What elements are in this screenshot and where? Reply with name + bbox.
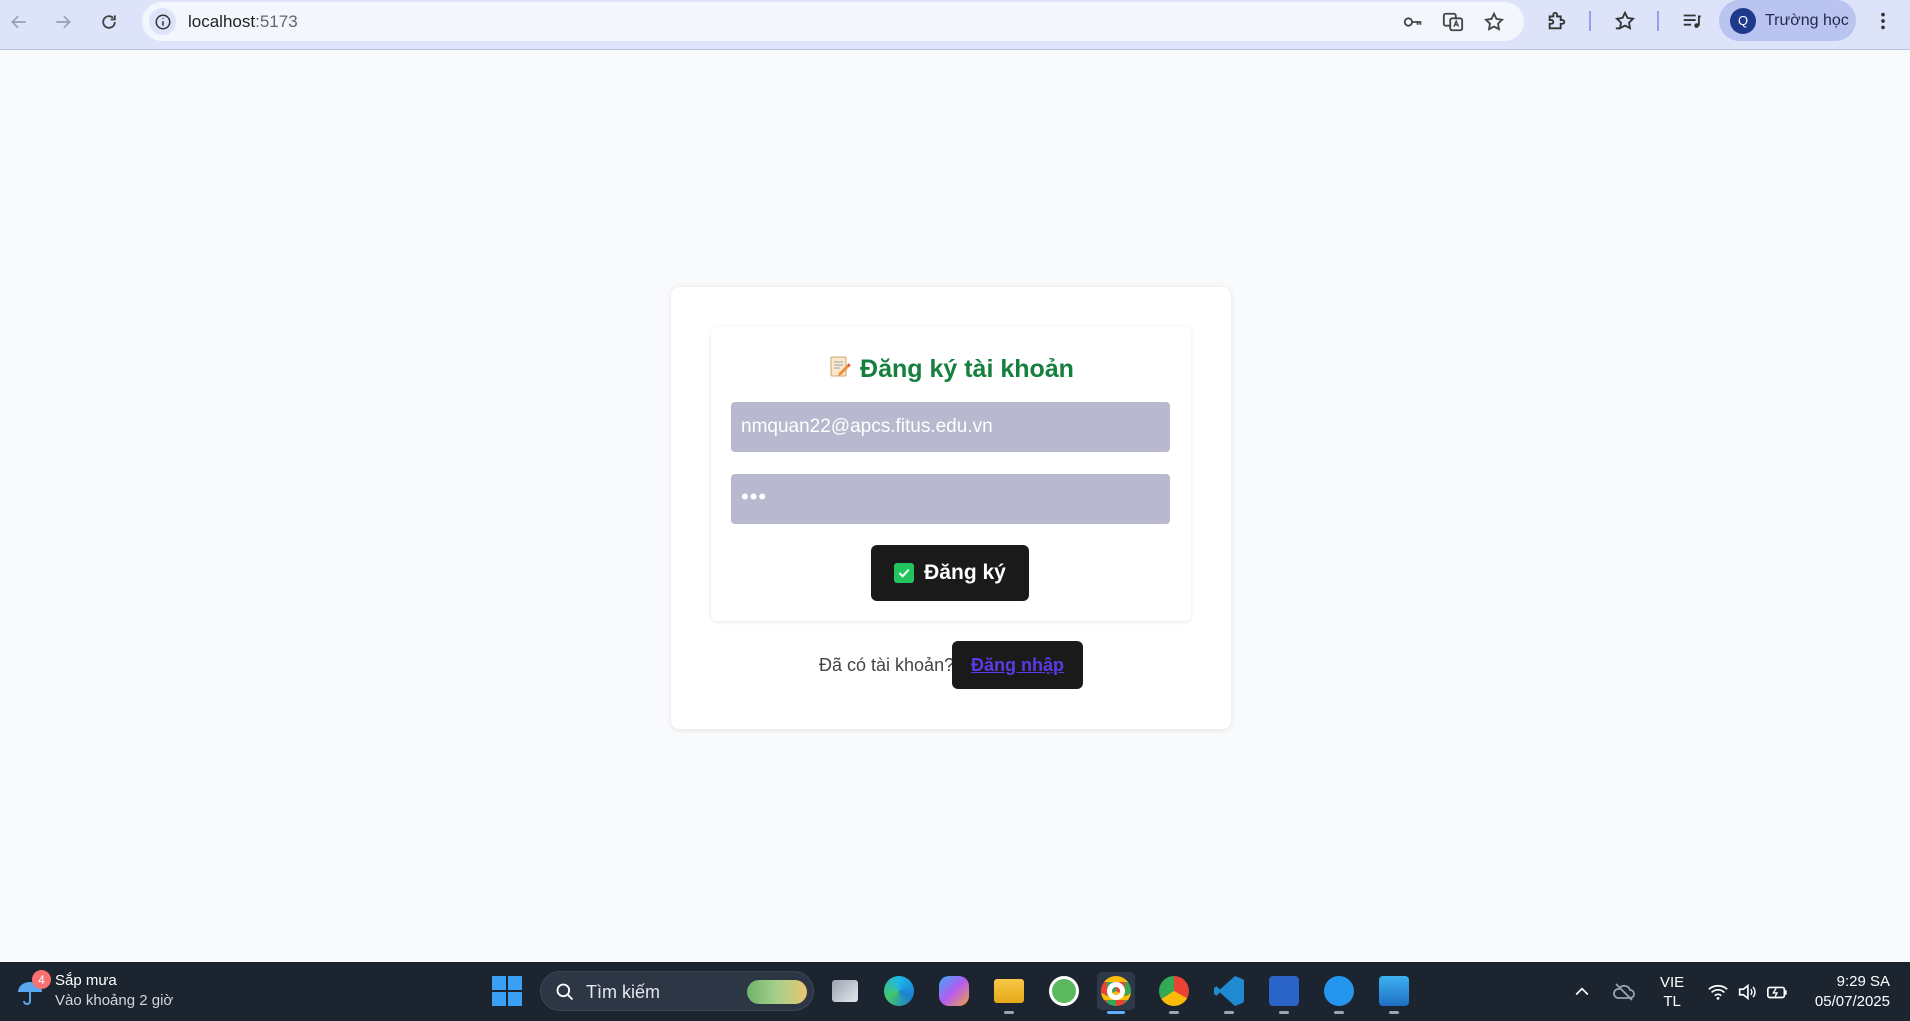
battery-icon[interactable] bbox=[1765, 962, 1789, 1021]
register-button-label: Đăng ký bbox=[924, 561, 1006, 584]
login-row: Đã có tài khoản? Đăng nhập bbox=[671, 641, 1231, 689]
site-info-icon[interactable] bbox=[149, 8, 176, 35]
weather-subtitle: Vào khoảng 2 giờ bbox=[55, 992, 174, 1009]
toolbar-divider bbox=[1657, 11, 1659, 31]
search-placeholder: Tìm kiếm bbox=[586, 982, 660, 1002]
media-queue-icon[interactable] bbox=[1679, 8, 1705, 34]
docker-icon[interactable] bbox=[1320, 972, 1358, 1014]
show-hidden-icons-icon[interactable] bbox=[1572, 962, 1592, 1021]
register-form: Đăng ký tài khoản ••• Đăng ký bbox=[711, 327, 1191, 621]
forward-button[interactable] bbox=[48, 7, 78, 37]
form-title: Đăng ký tài khoản bbox=[711, 355, 1191, 386]
vscode-icon[interactable] bbox=[1210, 972, 1248, 1014]
arrow-right-icon bbox=[56, 15, 71, 29]
back-button[interactable] bbox=[4, 7, 34, 37]
windows-taskbar: 4 Sắp mưa Vào khoảng 2 giờ Tìm kiếm VIE … bbox=[0, 962, 1910, 1021]
clock-time: 9:29 SA bbox=[1836, 973, 1890, 990]
system-clock[interactable]: 9:29 SA 05/07/2025 bbox=[1800, 972, 1890, 1012]
weather-title: Sắp mưa bbox=[55, 972, 117, 989]
profile-name: Trường học bbox=[1765, 11, 1849, 29]
language-indicator[interactable]: VIE TL bbox=[1660, 962, 1684, 1021]
task-view-icon[interactable] bbox=[826, 972, 864, 1010]
arrow-left-icon bbox=[11, 15, 26, 29]
reload-icon bbox=[102, 15, 116, 29]
onedrive-offline-icon[interactable] bbox=[1612, 962, 1636, 1021]
wifi-icon[interactable] bbox=[1707, 962, 1729, 1021]
auth-card: Đăng ký tài khoản ••• Đăng ký Đã có tài … bbox=[671, 287, 1231, 729]
edge-icon[interactable] bbox=[880, 972, 918, 1010]
bookmark-star-icon[interactable] bbox=[1482, 10, 1506, 34]
check-box-icon bbox=[894, 563, 915, 583]
avatar: Q bbox=[1730, 7, 1756, 34]
login-prompt: Đã có tài khoản? bbox=[819, 655, 955, 675]
password-key-icon[interactable] bbox=[1401, 10, 1425, 34]
file-explorer-icon[interactable] bbox=[990, 972, 1028, 1014]
toolbar-divider bbox=[1589, 11, 1591, 31]
taskbar-search[interactable]: Tìm kiếm bbox=[540, 971, 814, 1011]
favorites-icon[interactable] bbox=[1612, 8, 1638, 34]
weather-badge: 4 bbox=[32, 970, 51, 989]
more-menu-icon[interactable] bbox=[1870, 8, 1896, 34]
start-button[interactable] bbox=[492, 976, 522, 1006]
address-bar[interactable]: localhost:5173 bbox=[142, 2, 1524, 41]
url-text: localhost:5173 bbox=[188, 12, 298, 31]
reload-button[interactable] bbox=[94, 7, 124, 37]
word-icon[interactable] bbox=[1265, 972, 1303, 1014]
chrome-icon[interactable] bbox=[1155, 972, 1193, 1014]
photos-icon[interactable] bbox=[1375, 972, 1413, 1014]
translate-icon[interactable] bbox=[1441, 10, 1465, 34]
login-button[interactable]: Đăng nhập bbox=[952, 641, 1083, 689]
profile-button[interactable]: Q Trường học bbox=[1719, 0, 1856, 41]
memo-icon bbox=[828, 355, 852, 386]
register-button[interactable]: Đăng ký bbox=[871, 545, 1029, 601]
email-field[interactable] bbox=[731, 402, 1170, 452]
copilot-icon[interactable] bbox=[935, 972, 973, 1010]
weather-widget[interactable]: 4 Sắp mưa Vào khoảng 2 giờ bbox=[12, 970, 192, 1014]
search-highlight-image bbox=[747, 980, 807, 1004]
extensions-icon[interactable] bbox=[1544, 8, 1570, 34]
app-green-icon[interactable] bbox=[1045, 972, 1083, 1010]
volume-icon[interactable] bbox=[1736, 962, 1758, 1021]
browser-toolbar: localhost:5173 Q Trường học bbox=[0, 0, 1910, 50]
login-link[interactable]: Đăng nhập bbox=[971, 655, 1064, 676]
chrome-profile-icon[interactable] bbox=[1097, 972, 1135, 1014]
clock-date: 05/07/2025 bbox=[1814, 993, 1890, 1010]
search-icon bbox=[556, 983, 574, 1001]
password-field[interactable]: ••• bbox=[731, 474, 1170, 524]
